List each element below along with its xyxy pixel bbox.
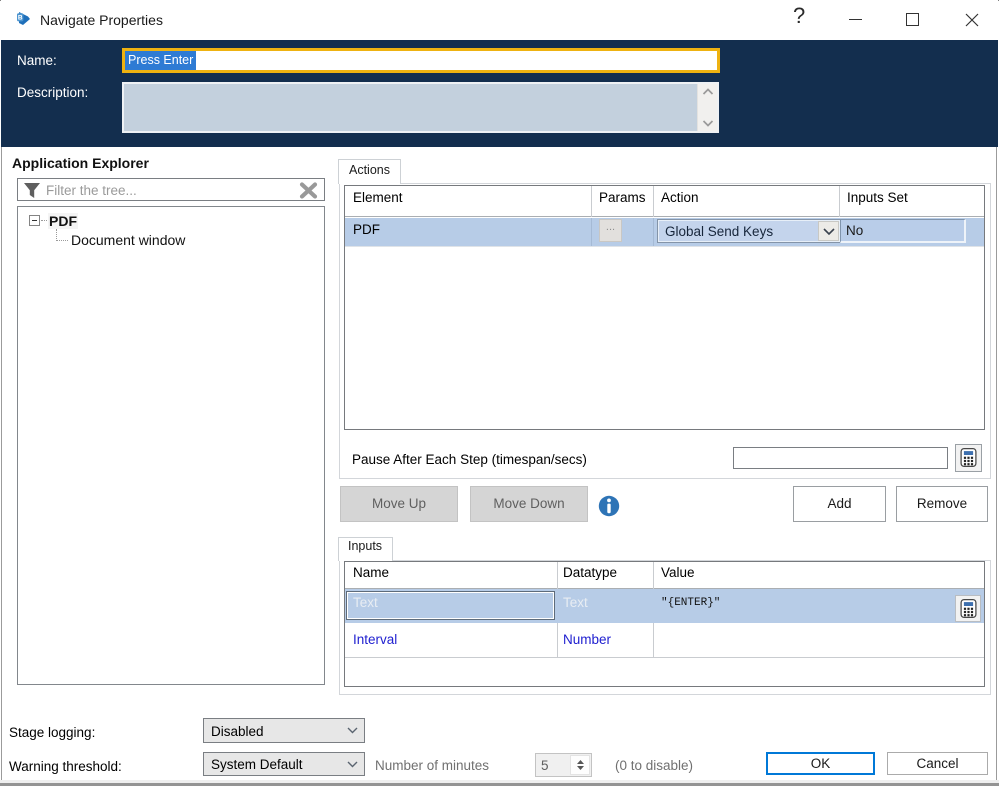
svg-text:B: B: [18, 15, 23, 22]
